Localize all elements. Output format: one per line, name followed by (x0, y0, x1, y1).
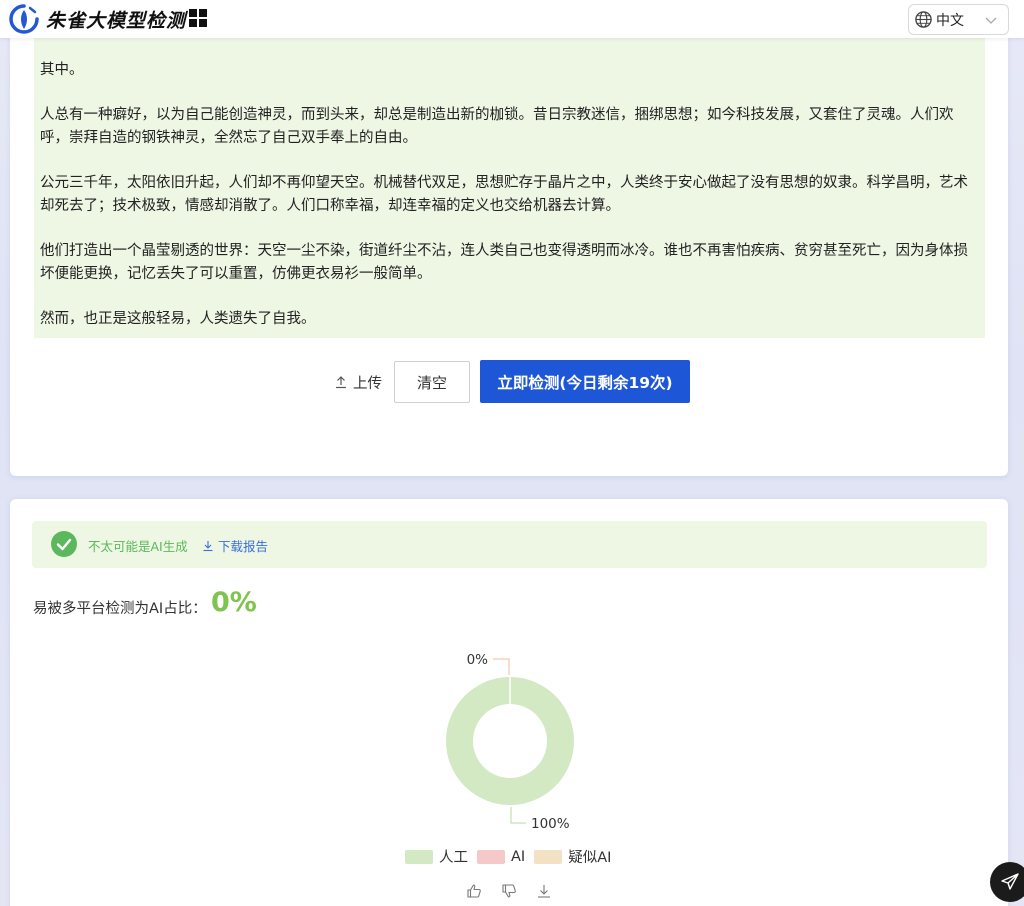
result-card: 不太可能是AI生成 下载报告 易被多平台检测为AI占比： 0% 0% 100% 人… (10, 499, 1008, 906)
legend-label: 人工 (439, 850, 468, 866)
clear-button[interactable]: 清空 (394, 361, 470, 403)
legend-swatch (534, 849, 563, 864)
detect-button[interactable]: 立即检测(今日剩余19次) (480, 360, 690, 403)
upload-icon (336, 376, 346, 389)
input-card: 其中。 人总有一种癖好，以为自己能创造神灵，而到头来，却总是制造出新的枷锁。昔日… (10, 30, 1008, 476)
thumbs-up-icon[interactable] (466, 883, 482, 899)
leader-line-human (510, 807, 526, 824)
chevron-down-icon (985, 17, 997, 24)
paragraph: 他们打造出一个晶莹剔透的世界：天空一尘不染，街道纤尘不沾，连人类自己也变得透明而… (40, 243, 968, 282)
legend-item[interactable]: 疑似AI (534, 846, 611, 867)
legend-swatch (405, 849, 433, 864)
data-label-human: 100% (531, 816, 570, 832)
legend-swatch (477, 849, 505, 864)
upload-button[interactable]: 上传 (332, 369, 384, 395)
text-input-area[interactable]: 其中。 人总有一种癖好，以为自己能创造神灵，而到头来，却总是制造出新的枷锁。昔日… (34, 30, 985, 338)
top-header: 朱雀大模型检测 中文 (0, 0, 1024, 38)
upload-label: 上传 (353, 375, 382, 392)
download-icon[interactable] (536, 883, 552, 899)
thumbs-down-icon[interactable] (501, 883, 517, 899)
legend-item[interactable]: AI (477, 849, 525, 865)
legend-label: AI (511, 848, 526, 865)
paragraph: 公元三千年，太阳依旧升起，人们却不再仰望天空。机械替代双足，思想贮存于晶片之中，… (40, 175, 968, 214)
language-label: 中文 (936, 12, 964, 29)
send-icon (1001, 873, 1019, 890)
send-feedback-button[interactable] (990, 862, 1024, 902)
paragraph: 其中。 (40, 62, 84, 78)
legend-item[interactable]: 人工 (405, 846, 468, 867)
donut-chart: 0% 100% (445, 652, 574, 832)
data-label-ai: 0% (467, 652, 489, 668)
language-select[interactable]: 中文 (908, 4, 1009, 35)
grid-logo-icon (189, 9, 209, 29)
brand-name[interactable]: 朱雀大模型检测 (46, 6, 186, 33)
legend-label: 疑似AI (568, 850, 612, 866)
chart-legend: 人工 AI 疑似AI (405, 846, 620, 867)
paragraph: 然而，也正是这般轻易，人类遗失了自我。 (40, 311, 316, 327)
globe-icon (915, 11, 932, 28)
logo-icon[interactable] (8, 3, 40, 35)
feedback-bar (466, 883, 571, 899)
paragraph: 人总有一种癖好，以为自己能创造神灵，而到头来，却总是制造出新的枷锁。昔日宗教迷信… (40, 107, 954, 146)
leader-line-ai (493, 658, 510, 675)
